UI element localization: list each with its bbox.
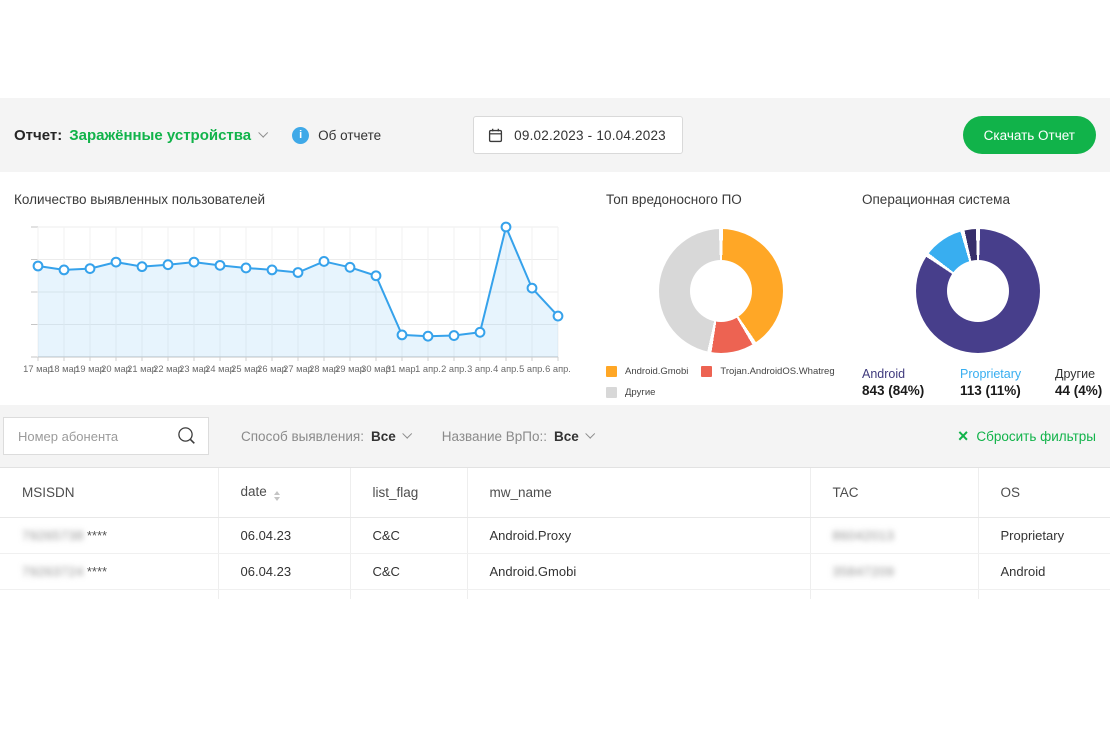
reset-filters-link[interactable]: × Сбросить фильтры <box>958 427 1096 445</box>
detection-method-value[interactable]: Все <box>371 429 396 444</box>
detection-method-label: Способ выявления: <box>241 429 364 444</box>
about-report-group[interactable]: i Об отчете <box>292 127 381 144</box>
svg-text:5 апр.: 5 апр. <box>519 364 545 374</box>
svg-text:31 мар.: 31 мар. <box>386 364 418 374</box>
detection-method-filter[interactable]: Способ выявления: Все <box>241 429 410 444</box>
legend-item: Trojan.AndroidOS.Whatreg <box>701 366 834 377</box>
results-table: MSISDN date list_flag mw_name TAC OS 792… <box>0 468 1110 599</box>
os-stat-value: 113 (11%) <box>960 383 1055 398</box>
svg-text:3 апр.: 3 апр. <box>467 364 493 374</box>
os-stat-value: 44 (4%) <box>1055 383 1102 398</box>
cell-msisdn: 79263724**** <box>0 553 218 589</box>
os-stat-other: Другие 44 (4%) <box>1055 367 1102 398</box>
report-selector[interactable]: Отчет: Заражённые устройства <box>14 127 266 144</box>
column-header-os: OS <box>978 468 1110 517</box>
cell-list-flag: C&C <box>350 517 467 553</box>
os-stat-proprietary: Proprietary 113 (11%) <box>960 367 1055 398</box>
legend-item: Android.Gmobi <box>606 366 688 377</box>
cell-date: 06.04.23 <box>218 553 350 589</box>
legend-label: Trojan.AndroidOS.Whatreg <box>720 366 834 377</box>
calendar-icon <box>488 128 503 143</box>
line-chart-title: Количество выявленных пользователей <box>14 192 592 207</box>
cell-date: 06.04.23 <box>218 517 350 553</box>
cell-os: Proprietary <box>978 517 1110 553</box>
cell-tac: 86042013 <box>810 517 978 553</box>
chevron-down-icon <box>258 127 268 137</box>
legend-item: Другие <box>606 387 655 398</box>
cell-msisdn: 79265738**** <box>0 517 218 553</box>
charts-panel: Количество выявленных пользователей 17 м… <box>0 172 1110 405</box>
svg-text:6 апр.: 6 апр. <box>545 364 571 374</box>
filter-bar: Способ выявления: Все Название ВрПо:: Вс… <box>0 405 1110 467</box>
os-donut-block: Операционная система Android 843 (84%) P… <box>848 172 1110 405</box>
column-header-msisdn: MSISDN <box>0 468 218 517</box>
cell-list-flag: C&C <box>350 553 467 589</box>
subscriber-search-box[interactable] <box>3 417 209 455</box>
date-range-value: 09.02.2023 - 10.04.2023 <box>514 128 666 143</box>
os-stat-value: 843 (84%) <box>862 383 960 398</box>
reset-filters-label: Сбросить фильтры <box>976 429 1096 444</box>
report-label: Отчет: <box>14 127 62 144</box>
malware-name-value[interactable]: Все <box>554 429 579 444</box>
malware-donut-block: Топ вредоносного ПО Android.Gmobi Trojan… <box>592 172 848 405</box>
os-stat-name: Android <box>862 367 960 381</box>
search-input[interactable] <box>18 429 176 444</box>
os-stat-name: Другие <box>1055 367 1102 381</box>
cell-tac: 35847209 <box>810 553 978 589</box>
sort-icon[interactable] <box>274 491 280 501</box>
malware-chart-title: Топ вредоносного ПО <box>606 192 848 207</box>
chevron-down-icon <box>585 428 595 438</box>
column-header-list-flag: list_flag <box>350 468 467 517</box>
report-name-dropdown[interactable]: Заражённые устройства <box>69 127 251 144</box>
os-donut-chart <box>916 229 1040 353</box>
os-stats: Android 843 (84%) Proprietary 113 (11%) … <box>862 367 1110 398</box>
line-chart: 17 мар18 мар19 мар20 мар21 мар22 мар23 м… <box>28 221 592 373</box>
cell-os: Android <box>978 553 1110 589</box>
table-header-row: MSISDN date list_flag mw_name TAC OS <box>0 468 1110 517</box>
top-whitespace <box>0 0 1110 98</box>
svg-text:2 апр.: 2 апр. <box>441 364 467 374</box>
cell-mw-name: Android.Proxy <box>467 517 810 553</box>
report-header-bar: Отчет: Заражённые устройства i Об отчете… <box>0 98 1110 172</box>
infected-devices-report-page: Отчет: Заражённые устройства i Об отчете… <box>0 0 1110 740</box>
column-header-date[interactable]: date <box>218 468 350 517</box>
close-icon: × <box>958 427 969 445</box>
info-icon[interactable]: i <box>292 127 309 144</box>
date-range-picker[interactable]: 09.02.2023 - 10.04.2023 <box>473 116 683 154</box>
about-report-link[interactable]: Об отчете <box>318 128 381 143</box>
results-table-panel: MSISDN date list_flag mw_name TAC OS 792… <box>0 467 1110 599</box>
column-header-tac: TAC <box>810 468 978 517</box>
users-line-chart-block: Количество выявленных пользователей 17 м… <box>0 172 592 405</box>
svg-text:4 апр.: 4 апр. <box>493 364 519 374</box>
svg-text:1 апр.: 1 апр. <box>415 364 441 374</box>
table-row: 79263724**** 06.04.23 C&C Android.Gmobi … <box>0 553 1110 589</box>
column-header-mw-name: mw_name <box>467 468 810 517</box>
line-chart-svg: 17 мар18 мар19 мар20 мар21 мар22 мар23 м… <box>28 221 568 373</box>
legend-label: Другие <box>625 387 655 398</box>
os-chart-title: Операционная система <box>862 192 1110 207</box>
legend-swatch-orange <box>606 366 617 377</box>
malware-name-filter[interactable]: Название ВрПо:: Все <box>442 429 593 444</box>
os-stat-name: Proprietary <box>960 367 1055 381</box>
table-row: 79265738**** 06.04.23 C&C Android.Proxy … <box>0 517 1110 553</box>
chevron-down-icon <box>402 428 412 438</box>
cell-mw-name: Android.Gmobi <box>467 553 810 589</box>
legend-label: Android.Gmobi <box>625 366 688 377</box>
legend-swatch-gray <box>606 387 617 398</box>
download-report-button[interactable]: Скачать Отчет <box>963 116 1096 154</box>
malware-name-label: Название ВрПо:: <box>442 429 547 444</box>
malware-donut-chart <box>659 229 783 353</box>
malware-legend: Android.Gmobi Trojan.AndroidOS.Whatreg Д… <box>606 366 850 398</box>
os-stat-android: Android 843 (84%) <box>862 367 960 398</box>
search-icon[interactable] <box>176 425 198 447</box>
legend-swatch-red <box>701 366 712 377</box>
table-row-clipped <box>0 589 1110 599</box>
